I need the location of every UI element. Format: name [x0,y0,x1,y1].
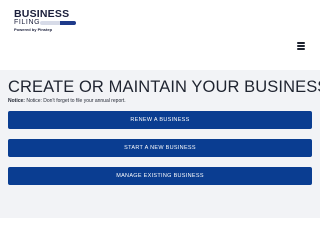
site-header: BUSINESS FILING Powered by Pinstep [0,0,320,70]
logo-bar [40,21,76,25]
hamburger-menu-icon[interactable] [297,42,305,50]
renew-business-button[interactable]: RENEW A BUSINESS [8,111,312,129]
manage-business-button[interactable]: MANAGE EXISTING BUSINESS [8,167,312,185]
notice-text: Notice: Notice: Don't forget to file you… [8,98,126,104]
main-content: CREATE OR MAINTAIN YOUR BUSINESS Notice:… [0,70,320,218]
notice-label: Notice: [8,98,25,104]
page-title: CREATE OR MAINTAIN YOUR BUSINESS [8,78,320,96]
logo-tagline: Powered by Pinstep [14,27,53,32]
start-business-button[interactable]: START A NEW BUSINESS [8,139,312,157]
notice-message: Notice: Don't forget to file your annual… [26,98,126,104]
business-filing-logo[interactable]: BUSINESS FILING Powered by Pinstep [14,9,76,33]
logo-subtitle: FILING [14,19,41,26]
